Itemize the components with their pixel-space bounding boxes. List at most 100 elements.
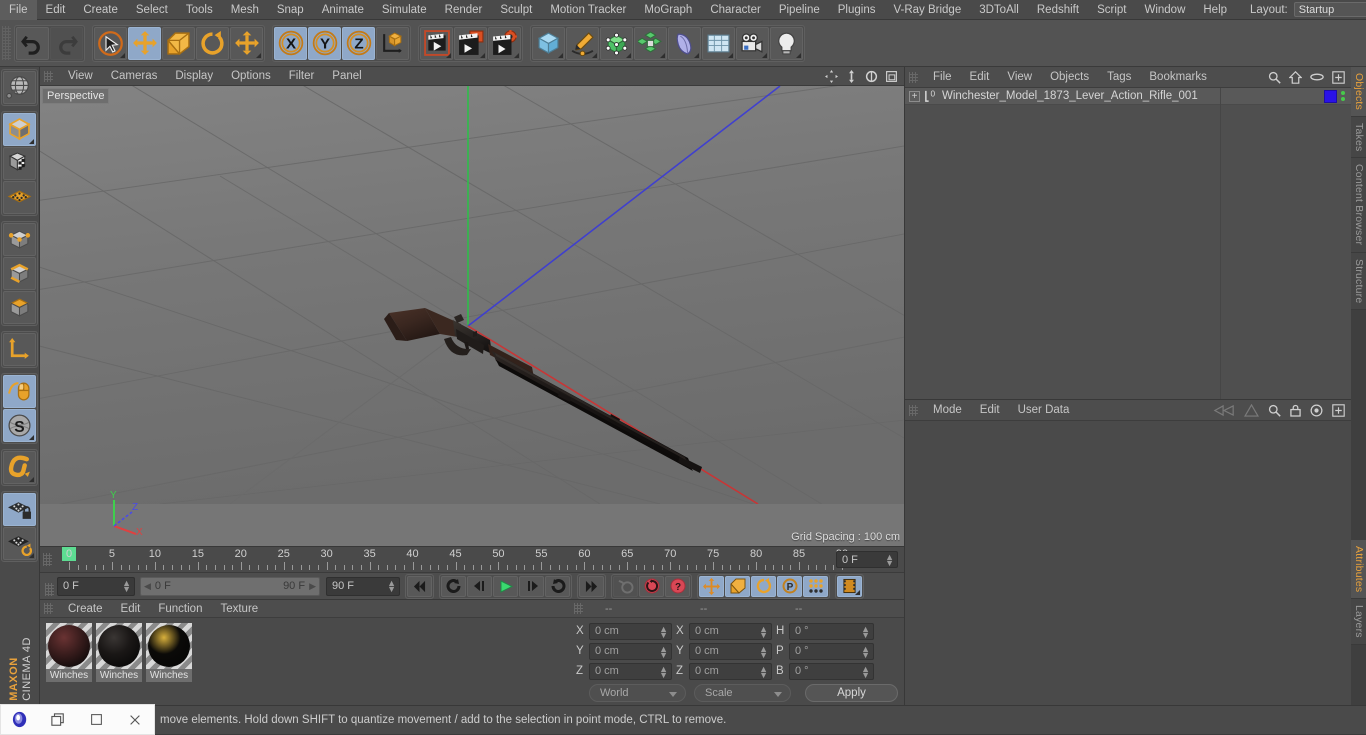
step-forward-button[interactable] bbox=[519, 575, 544, 597]
attrmgr-menu-mode[interactable]: Mode bbox=[924, 400, 971, 421]
lock-z-axis[interactable]: Z bbox=[342, 26, 375, 60]
magnet-tool-button[interactable] bbox=[3, 451, 36, 484]
live-selection-tool[interactable] bbox=[94, 26, 127, 60]
material-thumbnail[interactable] bbox=[146, 623, 192, 669]
workplane-toggle-button[interactable] bbox=[3, 527, 36, 560]
material-item[interactable]: Winches bbox=[46, 623, 92, 682]
target-icon[interactable] bbox=[1310, 404, 1323, 417]
material-menu-texture[interactable]: Texture bbox=[211, 600, 267, 618]
restore-icon[interactable] bbox=[39, 712, 77, 727]
record-active-objects-button[interactable] bbox=[613, 575, 638, 597]
coord-field-position[interactable]: 0 cm ▲ ▼ bbox=[589, 642, 672, 660]
add-generator-button[interactable] bbox=[600, 26, 633, 60]
coordinates-grip[interactable] bbox=[574, 603, 583, 614]
coord-spinner[interactable]: ▲ ▼ bbox=[861, 644, 870, 659]
objmgr-menu-edit[interactable]: Edit bbox=[961, 67, 999, 88]
coord-field-rotation[interactable]: 0 ° ▲ ▼ bbox=[789, 662, 874, 680]
range-left-arrow-icon[interactable]: ◀ bbox=[144, 581, 151, 592]
vtab-structure[interactable]: Structure bbox=[1351, 252, 1366, 311]
end-frame-field[interactable]: 90 F ▲ ▼ bbox=[326, 576, 400, 596]
material-thumbnail[interactable] bbox=[46, 623, 92, 669]
menu-plugins[interactable]: Plugins bbox=[829, 0, 885, 20]
edges-mode-button[interactable] bbox=[3, 257, 36, 290]
toolbar-grip[interactable] bbox=[2, 26, 11, 60]
chevron-down-icon[interactable] bbox=[669, 692, 677, 697]
vtab-objects[interactable]: Objects bbox=[1351, 67, 1366, 117]
scale-key-button[interactable] bbox=[725, 575, 750, 597]
undo-button[interactable] bbox=[16, 26, 49, 60]
timeline-grip[interactable] bbox=[43, 553, 52, 566]
coordinate-system-dropdown[interactable]: World bbox=[589, 684, 686, 702]
lock-icon[interactable] bbox=[1290, 404, 1301, 417]
menu-render[interactable]: Render bbox=[436, 0, 492, 20]
render-view-button[interactable] bbox=[420, 26, 453, 60]
polygons-mode-button[interactable] bbox=[3, 291, 36, 324]
world-object-axis[interactable] bbox=[376, 26, 409, 60]
rotate-icon[interactable] bbox=[865, 70, 878, 83]
current-frame-field[interactable]: 0 F ▲ ▼ bbox=[57, 576, 135, 596]
objmgr-menu-file[interactable]: File bbox=[924, 67, 961, 88]
plus-box-icon[interactable] bbox=[1332, 70, 1345, 84]
transform-mode-dropdown[interactable]: Scale bbox=[694, 684, 791, 702]
object-row[interactable]: + 0 Winchester_Model_1873_Lever_Action_R… bbox=[905, 88, 1351, 105]
menu-3dtoall[interactable]: 3DToAll bbox=[970, 0, 1028, 20]
menu-v-ray-bridge[interactable]: V-Ray Bridge bbox=[884, 0, 970, 20]
menu-select[interactable]: Select bbox=[127, 0, 177, 20]
go-to-start-button[interactable] bbox=[407, 575, 432, 597]
point-level-animation-button[interactable] bbox=[803, 575, 828, 597]
viewport-header-grip[interactable] bbox=[44, 70, 53, 82]
points-mode-button[interactable] bbox=[3, 223, 36, 256]
objmgr-menu-objects[interactable]: Objects bbox=[1041, 67, 1098, 88]
history-back-icon[interactable] bbox=[1213, 404, 1235, 417]
menu-redshift[interactable]: Redshift bbox=[1028, 0, 1088, 20]
scale-tool[interactable] bbox=[162, 26, 195, 60]
objmgr-menu-tags[interactable]: Tags bbox=[1098, 67, 1140, 88]
pan-icon[interactable] bbox=[825, 69, 838, 83]
coord-spinner[interactable]: ▲ ▼ bbox=[759, 624, 768, 639]
go-to-end-button[interactable] bbox=[579, 575, 604, 597]
keyframe-selection-button[interactable]: ? bbox=[665, 575, 690, 597]
menu-script[interactable]: Script bbox=[1088, 0, 1135, 20]
parameter-key-button[interactable]: P bbox=[777, 575, 802, 597]
menu-simulate[interactable]: Simulate bbox=[373, 0, 436, 20]
viewport-menu-view[interactable]: View bbox=[59, 67, 102, 86]
material-menu-create[interactable]: Create bbox=[59, 600, 112, 618]
add-spline-button[interactable] bbox=[566, 26, 599, 60]
layout-select[interactable]: Startup bbox=[1293, 2, 1366, 17]
add-deformer-button[interactable] bbox=[668, 26, 701, 60]
add-array-button[interactable] bbox=[634, 26, 667, 60]
editor-visibility-dot[interactable] bbox=[1341, 91, 1345, 95]
perspective-viewport[interactable]: Perspective Grid Spacing : 100 cm Y X Z bbox=[40, 86, 904, 546]
redo-button[interactable] bbox=[50, 26, 83, 60]
menu-help[interactable]: Help bbox=[1194, 0, 1236, 20]
workplane-mode-button[interactable] bbox=[3, 181, 36, 214]
coord-spinner[interactable]: ▲ ▼ bbox=[759, 664, 768, 679]
timeline-ruler[interactable]: 051015202530354045505560657075808590 bbox=[55, 547, 848, 572]
enable-axis-button[interactable] bbox=[3, 375, 36, 408]
lock-y-axis[interactable]: Y bbox=[308, 26, 341, 60]
plus-box-icon[interactable] bbox=[1332, 403, 1345, 417]
vtab-layers[interactable]: Layers bbox=[1351, 599, 1366, 645]
menu-mograph[interactable]: MoGraph bbox=[635, 0, 701, 20]
maximize-viewport-icon[interactable] bbox=[885, 70, 898, 83]
rotate-tool[interactable] bbox=[196, 26, 229, 60]
menu-pipeline[interactable]: Pipeline bbox=[770, 0, 829, 20]
attribute-manager-grip[interactable] bbox=[909, 404, 918, 416]
menu-window[interactable]: Window bbox=[1135, 0, 1194, 20]
render-visibility-dot[interactable] bbox=[1341, 97, 1345, 101]
viewport-menu-panel[interactable]: Panel bbox=[323, 67, 370, 86]
position-key-button[interactable] bbox=[699, 575, 724, 597]
zoom-icon[interactable] bbox=[845, 69, 858, 83]
ellipse-icon[interactable] bbox=[1310, 72, 1324, 82]
range-right-arrow-icon[interactable]: ▶ bbox=[309, 581, 316, 592]
add-scene-object-button[interactable] bbox=[702, 26, 735, 60]
lock-x-axis[interactable]: X bbox=[274, 26, 307, 60]
playbar-grip[interactable] bbox=[45, 583, 54, 596]
expand-toggle-icon[interactable]: + bbox=[909, 90, 920, 102]
edit-render-settings-button[interactable] bbox=[488, 26, 521, 60]
vtab-attributes[interactable]: Attributes bbox=[1351, 539, 1366, 600]
soft-selection-button[interactable]: S bbox=[3, 409, 36, 442]
vtab-takes[interactable]: Takes bbox=[1351, 117, 1366, 159]
object-axis-mode-button[interactable] bbox=[3, 333, 36, 366]
close-icon[interactable] bbox=[116, 713, 154, 727]
